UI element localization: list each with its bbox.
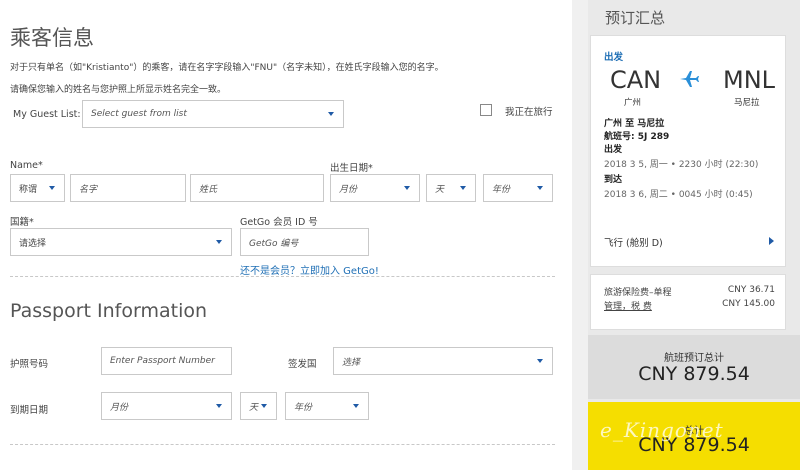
flight-total-label: 航班预订总计 xyxy=(664,353,724,364)
last-name-input[interactable]: 姓氏 xyxy=(190,174,324,202)
dob-year-select[interactable]: 年份 xyxy=(483,174,553,202)
nationality-value: 请选择 xyxy=(19,238,47,249)
route: 广州 至 马尼拉 xyxy=(604,119,665,129)
chevron-down-icon xyxy=(460,186,466,190)
last-name-placeholder: 姓氏 xyxy=(199,184,218,195)
destination-city: 马尼拉 xyxy=(734,98,760,108)
guest-list-label: My Guest List: xyxy=(13,109,81,120)
travelling-label: 我正在旅行 xyxy=(505,107,553,118)
issuing-country-value: 选择 xyxy=(342,357,361,368)
salutation-select[interactable]: 称谓 xyxy=(10,174,65,202)
chevron-down-icon xyxy=(49,186,55,190)
single-name-note: 对于只有单名（如"Kristianto"）的乘客，请在名字字段输入"FNU"（名… xyxy=(10,63,444,73)
expiry-day-select[interactable]: 天 xyxy=(240,392,277,420)
arrival-time: 2018 3 6, 周二 • 0045 小时 (0:45) xyxy=(604,190,753,200)
chevron-down-icon xyxy=(537,186,543,190)
expiry-year-value: 年份 xyxy=(294,402,313,413)
fees-card: 旅游保险费–单程 CNY 36.71 管理，税 费 CNY 145.00 xyxy=(590,274,786,330)
nationality-label: 国籍* xyxy=(10,217,34,228)
salutation-value: 称谓 xyxy=(19,184,38,195)
arrival-label: 到达 xyxy=(604,175,623,185)
fee-value: CNY 145.00 xyxy=(722,299,775,309)
travelling-checkbox[interactable] xyxy=(480,104,492,116)
chevron-down-icon xyxy=(328,112,334,116)
expiry-year-select[interactable]: 年份 xyxy=(285,392,369,420)
dob-month-select[interactable]: 月份 xyxy=(330,174,420,202)
scroll-rail[interactable] xyxy=(572,0,588,470)
first-name-placeholder: 名字 xyxy=(79,184,98,195)
chevron-down-icon xyxy=(216,240,222,244)
passport-title: Passport Information xyxy=(10,300,208,322)
flight-card: 出发 CAN 广州 MNL 马尼拉 广州 至 马尼拉 航班号: 5J 289 出… xyxy=(590,35,786,267)
fee-label: 旅游保险费–单程 xyxy=(604,288,672,298)
issuing-country-label: 签发国 xyxy=(288,359,317,370)
watermark: e_Kingonet xyxy=(600,418,724,442)
summary-title: 预订汇总 xyxy=(605,9,666,27)
passenger-form: 乘客信息 对于只有单名（如"Kristianto"）的乘客，请在名字字段输入"F… xyxy=(0,0,572,470)
flight-total-value: CNY 879.54 xyxy=(638,363,750,385)
passport-number-label: 护照号码 xyxy=(10,359,49,370)
getgo-input[interactable]: GetGo 编号 xyxy=(240,228,369,256)
issuing-country-select[interactable]: 选择 xyxy=(333,347,553,375)
dob-day-select[interactable]: 天 xyxy=(426,174,476,202)
origin-code: CAN xyxy=(610,66,662,94)
chevron-right-icon[interactable] xyxy=(769,237,774,245)
dob-label: 出生日期* xyxy=(330,163,373,174)
flight-total-box: 航班预订总计 CNY 879.54 xyxy=(588,335,800,399)
chevron-down-icon xyxy=(404,186,410,190)
fee-value: CNY 36.71 xyxy=(727,285,775,295)
departure-label: 出发 xyxy=(604,145,623,155)
expiry-day-value: 天 xyxy=(249,402,259,413)
passport-number-placeholder: Enter Passport Number xyxy=(110,356,215,366)
chevron-down-icon xyxy=(537,359,543,363)
divider xyxy=(10,444,555,445)
first-name-input[interactable]: 名字 xyxy=(70,174,186,202)
name-label: Name* xyxy=(10,160,43,171)
depart-label: 出发 xyxy=(604,52,624,63)
plane-icon xyxy=(679,70,699,92)
getgo-placeholder: GetGo 编号 xyxy=(249,238,299,249)
fee-label[interactable]: 管理，税 费 xyxy=(604,299,652,312)
origin-city: 广州 xyxy=(624,98,642,108)
chevron-down-icon xyxy=(216,404,222,408)
flight-number: 航班号: 5J 289 xyxy=(604,132,670,142)
expiry-label: 到期日期 xyxy=(10,405,49,416)
fare-class-row[interactable]: 飞行 (舱别 D) xyxy=(604,235,663,249)
guest-list-placeholder: Select guest from list xyxy=(91,109,187,119)
dob-year-value: 年份 xyxy=(492,184,511,195)
expiry-month-select[interactable]: 月份 xyxy=(101,392,232,420)
page-title: 乘客信息 xyxy=(10,26,94,50)
dob-day-value: 天 xyxy=(435,184,445,195)
dob-month-value: 月份 xyxy=(339,184,358,195)
guest-list-select[interactable]: Select guest from list xyxy=(82,100,344,128)
chevron-down-icon xyxy=(261,404,267,408)
chevron-down-icon xyxy=(353,404,359,408)
expiry-month-value: 月份 xyxy=(110,402,129,413)
nationality-select[interactable]: 请选择 xyxy=(10,228,232,256)
join-getgo-link[interactable]: 还不是会员？立即加入 GetGo! xyxy=(240,262,379,277)
departure-time: 2018 3 5, 周一 • 2230 小时 (22:30) xyxy=(604,160,759,170)
getgo-label: GetGo 会员 ID 号 xyxy=(240,217,318,228)
passport-number-input[interactable]: Enter Passport Number xyxy=(101,347,232,375)
name-match-note: 请确保您输入的姓名与您护照上所显示姓名完全一致。 xyxy=(10,85,227,95)
destination-code: MNL xyxy=(723,66,776,94)
divider xyxy=(10,276,555,277)
